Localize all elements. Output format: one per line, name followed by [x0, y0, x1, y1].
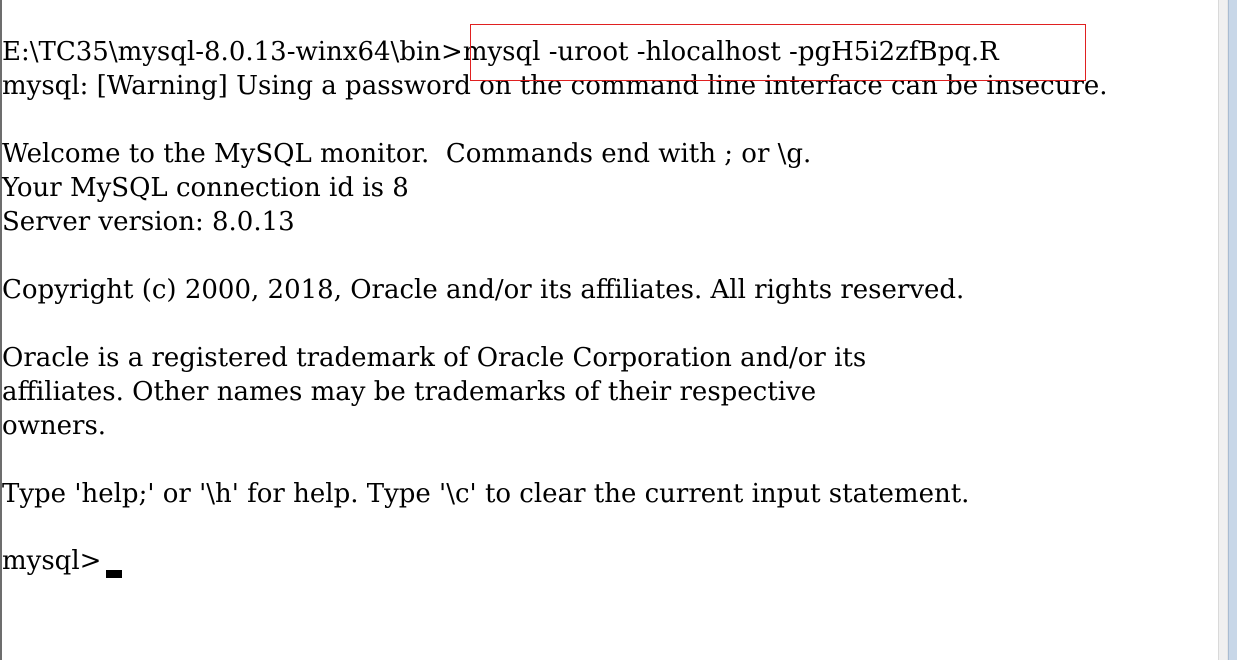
command-prefix: E:\TC35\mysql-8.0.13-winx64\bin> [2, 37, 463, 67]
trademark-line-3: owners. [2, 411, 107, 441]
connection-id-line: Your MySQL connection id is 8 [2, 173, 409, 203]
mysql-prompt[interactable]: mysql> [2, 544, 110, 578]
copyright-line: Copyright (c) 2000, 2018, Oracle and/or … [2, 275, 965, 305]
console-window[interactable]: E:\TC35\mysql-8.0.13-winx64\bin>mysql -u… [0, 0, 1237, 660]
server-version-line: Server version: 8.0.13 [2, 207, 295, 237]
trademark-line-1: Oracle is a registered trademark of Orac… [2, 343, 867, 373]
help-line: Type 'help;' or '\h' for help. Type '\c'… [2, 479, 970, 509]
scrollbar-thumb[interactable] [1228, 0, 1237, 660]
command-highlight-box [470, 24, 1086, 81]
welcome-line: Welcome to the MySQL monitor. Commands e… [2, 139, 812, 169]
prompt-text: mysql> [2, 546, 110, 576]
text-cursor [106, 570, 122, 578]
trademark-line-2: affiliates. Other names may be trademark… [2, 377, 817, 407]
vertical-scrollbar[interactable] [1218, 0, 1237, 660]
